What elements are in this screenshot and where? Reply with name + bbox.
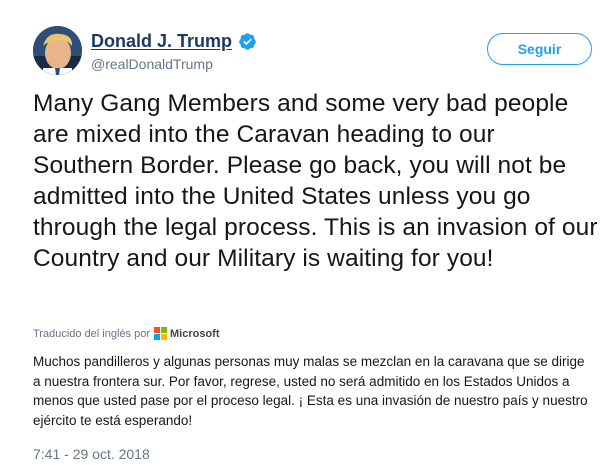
microsoft-squares-icon: [154, 327, 167, 340]
translation-provider: Microsoft: [170, 327, 220, 340]
avatar-image: [33, 26, 82, 75]
translation-label: Traducido del inglés por: [33, 327, 150, 340]
follow-button[interactable]: Seguir: [487, 33, 592, 65]
verified-badge-icon: [238, 32, 257, 51]
fullname-row: Donald J. Trump: [91, 30, 257, 52]
user-names: Donald J. Trump @realDonaldTrump: [91, 30, 257, 72]
tweet-text: Many Gang Members and some very bad peop…: [33, 90, 598, 272]
translation-attribution: Traducido del inglés por Microsoft: [33, 327, 220, 340]
tweet-header: Donald J. Trump @realDonaldTrump Seguir: [33, 26, 608, 76]
user-screenname[interactable]: @realDonaldTrump: [91, 56, 257, 72]
microsoft-logo-icon[interactable]: Microsoft: [154, 327, 220, 340]
tweet-card: Donald J. Trump @realDonaldTrump Seguir …: [0, 0, 608, 465]
tweet-timestamp[interactable]: 7:41 - 29 oct. 2018: [33, 446, 150, 462]
user-fullname[interactable]: Donald J. Trump: [91, 31, 232, 52]
avatar[interactable]: [33, 26, 82, 75]
translated-text: Muchos pandilleros y algunas personas mu…: [33, 354, 588, 428]
